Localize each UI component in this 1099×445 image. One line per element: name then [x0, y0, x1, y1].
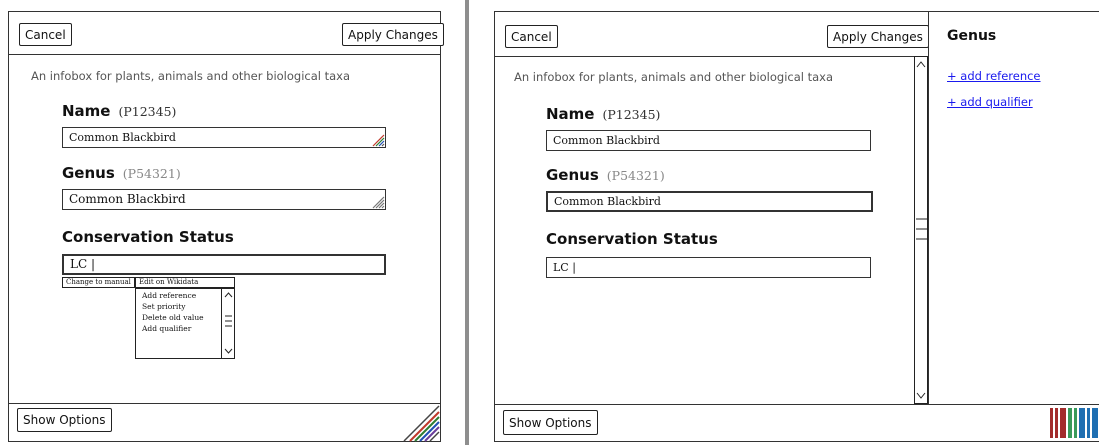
- genus-property-id: (P54321): [122, 166, 181, 181]
- infobox-description: An infobox for plants, animals and other…: [514, 70, 834, 84]
- add-qualifier-link[interactable]: + add qualifier: [947, 95, 1033, 109]
- right-mockup-window: Cancel Apply Changes An infobox for plan…: [494, 11, 1099, 442]
- name-input[interactable]: Common Blackbird: [546, 130, 871, 151]
- menu-item-delete-old-value[interactable]: Delete old value: [142, 313, 204, 322]
- side-panel-divider: [928, 12, 929, 404]
- conservation-status-label: Conservation Status: [62, 228, 234, 246]
- genus-label-text: Genus: [62, 164, 115, 182]
- wikimedia-logo: [1050, 408, 1098, 438]
- edit-actions-menu: Add reference Set priority Delete old va…: [135, 288, 235, 359]
- infobox-description: An infobox for plants, animals and other…: [31, 69, 351, 83]
- menu-item-add-reference[interactable]: Add reference: [142, 291, 196, 300]
- corner-resize-grip-icon[interactable]: [402, 404, 440, 442]
- genus-label: Genus (P54321): [62, 164, 181, 182]
- show-options-button[interactable]: Show Options: [17, 408, 112, 432]
- genus-label: Genus (P54321): [546, 166, 665, 184]
- menu-item-add-qualifier[interactable]: Add qualifier: [142, 324, 191, 333]
- menu-item-set-priority[interactable]: Set priority: [142, 302, 186, 311]
- form-scrollbar[interactable]: [914, 56, 928, 404]
- panel-divider: [465, 0, 469, 445]
- resize-grip-icon[interactable]: [369, 131, 385, 147]
- name-input[interactable]: Common Blackbird: [62, 127, 386, 148]
- header-divider: [9, 54, 440, 55]
- header-divider: [495, 56, 928, 57]
- name-label: Name (P12345): [62, 102, 176, 120]
- menu-scrollbar-arrows-icon: [224, 292, 233, 354]
- resize-grip-icon[interactable]: [369, 193, 385, 209]
- cancel-button[interactable]: Cancel: [19, 23, 72, 46]
- add-reference-link[interactable]: + add reference: [947, 69, 1041, 83]
- cancel-button[interactable]: Cancel: [505, 25, 558, 48]
- conservation-status-label: Conservation Status: [546, 230, 718, 248]
- genus-label-text: Genus: [546, 166, 599, 184]
- genus-input[interactable]: Common Blackbird: [62, 189, 386, 210]
- show-options-button[interactable]: Show Options: [503, 410, 598, 435]
- genus-input-value: Common Blackbird: [69, 192, 186, 206]
- name-label: Name (P12345): [546, 105, 660, 123]
- edit-on-wikidata-button[interactable]: Edit on Wikidata: [135, 277, 235, 288]
- apply-changes-button[interactable]: Apply Changes: [827, 25, 929, 48]
- name-label-text: Name: [62, 102, 111, 120]
- menu-scrollbar[interactable]: [221, 289, 234, 358]
- apply-changes-button[interactable]: Apply Changes: [342, 23, 444, 46]
- conservation-status-input[interactable]: LC |: [546, 257, 871, 278]
- genus-input[interactable]: Common Blackbird: [546, 191, 873, 212]
- side-panel-title: Genus: [947, 28, 997, 44]
- left-mockup-window: Cancel Apply Changes An infobox for plan…: [8, 11, 444, 442]
- conservation-status-input[interactable]: LC |: [62, 254, 386, 275]
- name-input-value: Common Blackbird: [69, 131, 176, 144]
- footer-divider: [495, 404, 1099, 405]
- footer-divider: [9, 403, 440, 404]
- name-property-id: (P12345): [118, 104, 177, 119]
- name-property-id: (P12345): [602, 107, 661, 122]
- form-scrollbar-arrows-icon: [916, 61, 927, 399]
- change-to-manual-button[interactable]: Change to manual: [62, 277, 135, 288]
- genus-property-id: (P54321): [606, 168, 665, 183]
- name-label-text: Name: [546, 105, 595, 123]
